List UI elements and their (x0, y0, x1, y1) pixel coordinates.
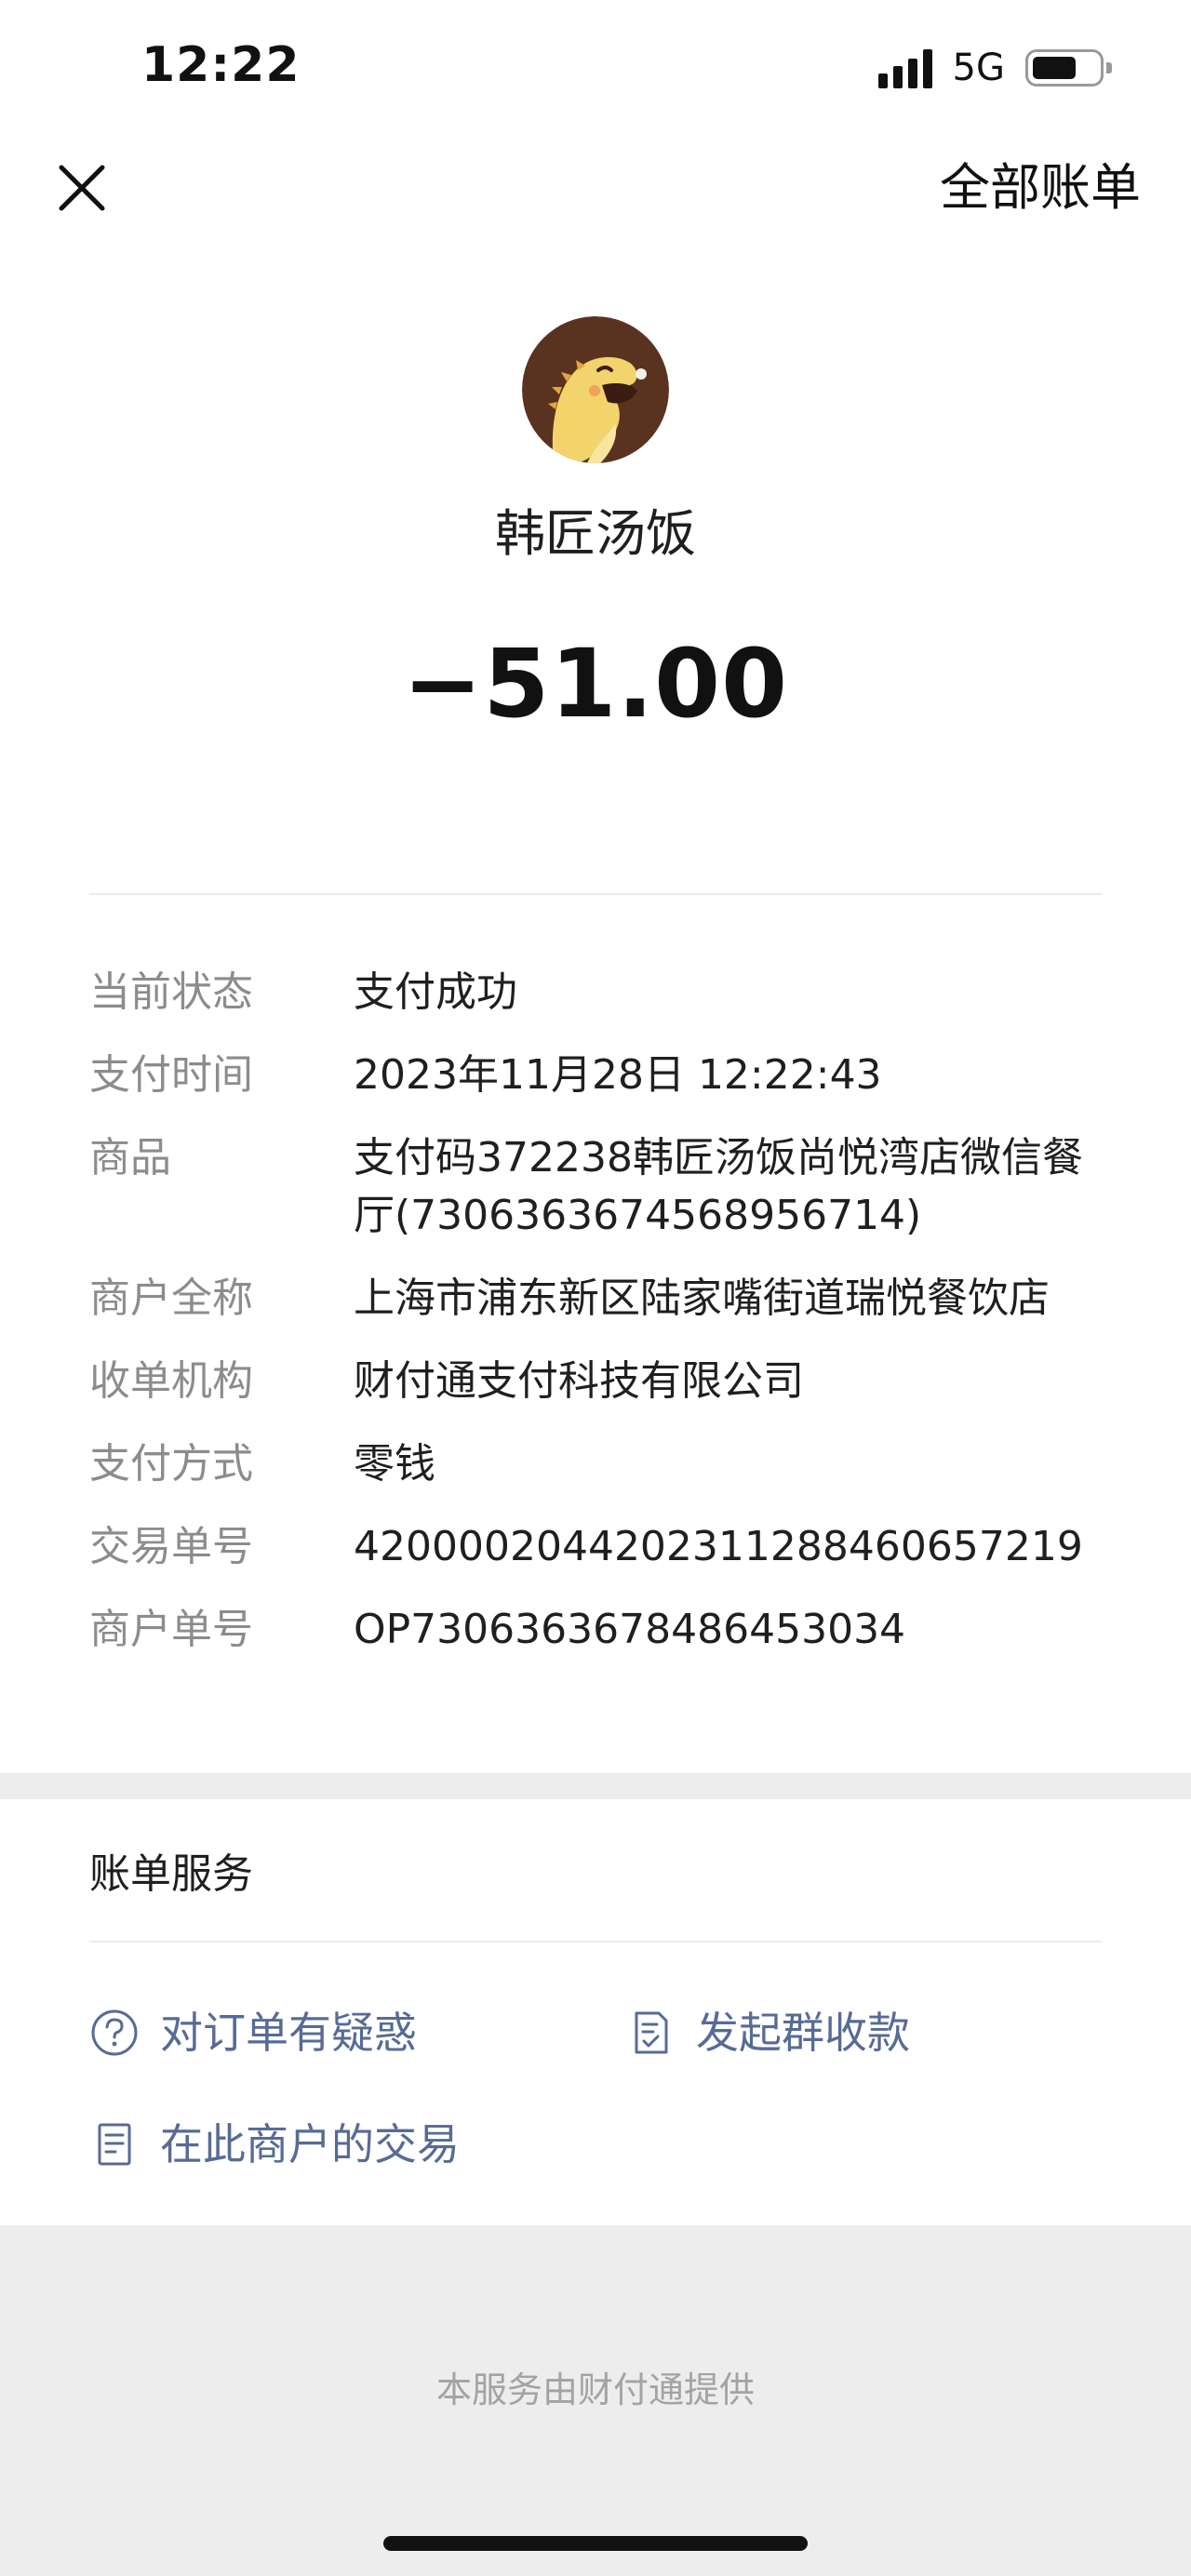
detail-label: 当前状态 (89, 968, 253, 1016)
bill-summary-panel: 12:22 5G 全部账单 韩匠汤饭 −51.00 当前状态 支付成功 支付时间… (0, 0, 1191, 1773)
detail-value: 上海市浦东新区陆家嘴街道瑞悦餐饮店 (354, 1275, 1050, 1322)
payment-amount: −51.00 (402, 629, 789, 740)
detail-row-time: 支付时间 2023年11月28日 12:22:43 (89, 1047, 1113, 1104)
detail-value: 2023年11月28日 12:22:43 (354, 1051, 882, 1099)
detail-label: 商户全称 (89, 1275, 253, 1322)
group-collect-link[interactable]: 发起群收款 (625, 2004, 910, 2062)
status-indicators: 5G (877, 45, 1112, 91)
battery-icon (1025, 49, 1112, 87)
detail-row-merchant-order-id: 商户单号 OP7306363678486453034 (89, 1601, 1113, 1659)
divider (89, 893, 1102, 895)
divider (89, 1941, 1102, 1942)
detail-label: 收单机构 (89, 1357, 253, 1405)
detail-label: 支付时间 (89, 1051, 253, 1099)
nav-bar: 全部账单 (0, 140, 1191, 242)
detail-value[interactable]: 4200002044202311288460657219 (354, 1518, 1113, 1576)
provider-footer: 本服务由财付通提供 (435, 2369, 755, 2410)
detail-row-payment-method: 支付方式 零钱 (89, 1435, 1113, 1493)
order-question-link[interactable]: 对订单有疑惑 (89, 2004, 417, 2062)
section-separator (0, 1773, 1191, 1799)
status-time: 12:22 (141, 37, 301, 93)
detail-label: 商户单号 (89, 1606, 253, 1653)
detail-value: 财付通支付科技有限公司 (354, 1357, 804, 1405)
detail-row-status: 当前状态 支付成功 (89, 964, 1113, 1021)
status-bar: 12:22 5G (0, 0, 1191, 140)
merchant-avatar (522, 316, 669, 463)
detail-label: 支付方式 (89, 1440, 253, 1488)
detail-row-acquirer: 收单机构 财付通支付科技有限公司 (89, 1353, 1113, 1410)
detail-label: 交易单号 (89, 1523, 253, 1570)
all-bills-link[interactable]: 全部账单 (940, 158, 1141, 218)
close-icon (59, 165, 105, 211)
signal-icon (877, 47, 932, 88)
group-collect-icon (635, 2011, 668, 2054)
network-type: 5G (952, 47, 1005, 89)
detail-value: 支付码372238韩匠汤饭尚悦湾店微信餐厅(730636367456895671… (354, 1134, 1083, 1239)
bill-detail-page: 12:22 5G 全部账单 韩匠汤饭 −51.00 当前状态 支付成功 支付时间… (0, 0, 1191, 2576)
order-question-label: 对订单有疑惑 (160, 2008, 417, 2058)
detail-label: 商品 (89, 1134, 171, 1181)
detail-value: 零钱 (354, 1440, 435, 1488)
transaction-details: 当前状态 支付成功 支付时间 2023年11月28日 12:22:43 商品 支… (89, 964, 1113, 1684)
merchant-transactions-label: 在此商户的交易 (160, 2119, 460, 2169)
detail-row-merchant-fullname: 商户全称 上海市浦东新区陆家嘴街道瑞悦餐饮店 (89, 1270, 1113, 1328)
merchant-name: 韩匠汤饭 (495, 504, 696, 563)
services-title: 账单服务 (89, 1850, 253, 1898)
question-icon (91, 2009, 138, 2056)
dinosaur-avatar-icon (522, 316, 669, 463)
detail-row-product: 商品 支付码372238韩匠汤饭尚悦湾店微信餐厅(730636367456895… (89, 1129, 1113, 1245)
detail-row-transaction-id: 交易单号 4200002044202311288460657219 (89, 1518, 1113, 1576)
merchant-transactions-link[interactable]: 在此商户的交易 (89, 2116, 460, 2173)
group-collect-label: 发起群收款 (696, 2008, 910, 2058)
merchant-header: 韩匠汤饭 −51.00 (0, 316, 1191, 741)
detail-value[interactable]: OP7306363678486453034 (354, 1601, 1113, 1659)
receipt-icon (98, 2123, 131, 2166)
bill-services-section: 账单服务 对订单有疑惑 发起群收款 在此商户的交易 (0, 1799, 1191, 2225)
close-button[interactable] (52, 158, 112, 218)
detail-value: 支付成功 (354, 968, 517, 1016)
home-indicator[interactable] (383, 2536, 808, 2551)
